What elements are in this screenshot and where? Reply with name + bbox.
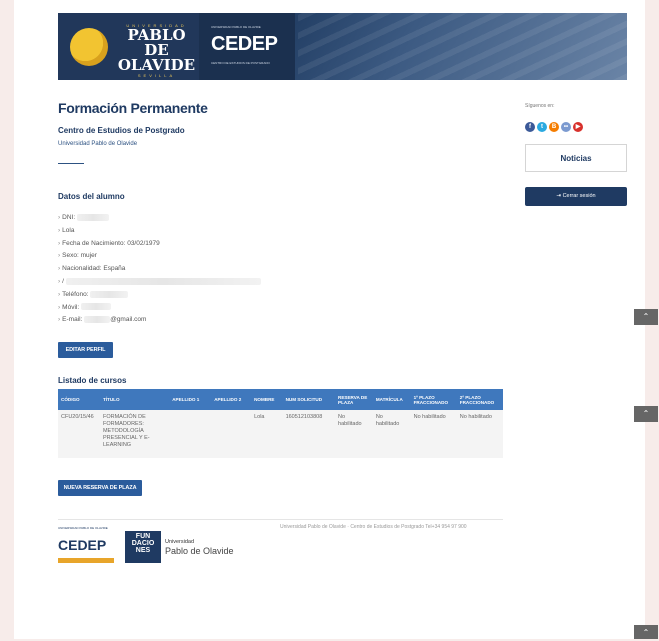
cell-reserva: No habilitado bbox=[335, 410, 373, 458]
upo-name-2: OLAVIDE bbox=[117, 56, 196, 74]
footer-upo-line1: Universidad bbox=[165, 539, 195, 545]
col-plazo2: 2º PLAZO FRACCIONADO bbox=[456, 389, 503, 410]
chevron-up-icon: ⌃ bbox=[642, 409, 650, 418]
col-nombre: NOMBRE bbox=[251, 389, 283, 410]
new-reservation-button[interactable]: NUEVA RESERVA DE PLAZA bbox=[58, 480, 142, 496]
student-section-title: Datos del alumno bbox=[58, 192, 125, 201]
cell-codigo: CFU20/15/46 bbox=[58, 410, 100, 458]
info-label: Nacionalidad: España bbox=[62, 265, 126, 273]
scroll-top-button[interactable]: ⌃ bbox=[634, 406, 658, 422]
info-dni: › DNI: bbox=[58, 212, 261, 225]
cell-apellido2 bbox=[211, 410, 252, 458]
logout-label: Cerrar sesión bbox=[562, 193, 596, 199]
info-birthdate: › Fecha de Nacimiento: 03/02/1979 bbox=[58, 239, 160, 247]
edit-profile-button[interactable]: EDITAR PERFIL bbox=[58, 342, 113, 358]
follow-label: Síguenos en: bbox=[525, 103, 555, 109]
info-label: Lola bbox=[62, 226, 75, 234]
logout-button[interactable]: ⇥ Cerrar sesión bbox=[525, 187, 627, 206]
table-header-row: CÓDIGO TÍTULO APELLIDO 1 APELLIDO 2 NOMB… bbox=[58, 389, 503, 410]
cell-plazo1: No habilitado bbox=[410, 410, 457, 458]
col-apellido2: APELLIDO 2 bbox=[211, 389, 252, 410]
facebook-icon[interactable]: f bbox=[525, 122, 535, 132]
scroll-top-button[interactable]: ⌃ bbox=[634, 309, 658, 325]
page-subtitle: Centro de Estudios de Postgrado bbox=[58, 126, 185, 135]
info-mobile: › Móvil: bbox=[58, 302, 261, 315]
info-name: › Lola bbox=[58, 226, 75, 234]
col-codigo: CÓDIGO bbox=[58, 389, 100, 410]
university-label: Universidad Pablo de Olavide bbox=[58, 141, 138, 147]
col-num-solicitud: NUM SOLICITUD bbox=[282, 389, 336, 410]
footer-cedep-logo[interactable]: UNIVERSIDAD PABLO DE OLAVIDE CEDEP bbox=[58, 524, 116, 568]
redacted-value bbox=[76, 213, 109, 221]
social-icons: f t B •• ▶ bbox=[525, 115, 585, 133]
upo-emblem-icon bbox=[70, 28, 108, 66]
footer-cedep-bar bbox=[58, 558, 114, 563]
col-plazo1: 1º PLAZO FRACCIONADO bbox=[410, 389, 457, 410]
info-label: Teléfono: bbox=[62, 290, 89, 298]
cell-matricula: No habilitado bbox=[372, 410, 411, 458]
info-sex: › Sexo: mujer bbox=[58, 252, 97, 260]
redacted-value bbox=[84, 316, 111, 324]
col-reserva: RESERVA DE PLAZA bbox=[335, 389, 373, 410]
footer-divider bbox=[58, 519, 503, 520]
redacted-value bbox=[80, 303, 111, 311]
col-apellido1: APELLIDO 1 bbox=[169, 389, 212, 410]
info-label: E-mail: bbox=[62, 316, 83, 324]
banner-graphic bbox=[298, 13, 627, 80]
col-matricula: MATRÍCULA bbox=[372, 389, 411, 410]
cell-nombre: Lola bbox=[251, 410, 283, 458]
blogger-icon[interactable]: B bbox=[549, 122, 559, 132]
fundaciones-logo[interactable]: FUN DACIO NES bbox=[125, 531, 161, 563]
email-domain: @gmail.com bbox=[110, 316, 147, 324]
info-label: Fecha de Nacimiento: 03/02/1979 bbox=[62, 239, 160, 247]
cell-plazo2: No habilitado bbox=[456, 410, 503, 458]
cell-num-solicitud: 160512103808 bbox=[282, 410, 336, 458]
scroll-top-button[interactable]: ⌃ bbox=[634, 625, 658, 639]
info-phone: › Teléfono: bbox=[58, 289, 261, 302]
chevron-up-icon: ⌃ bbox=[642, 628, 650, 637]
page-title: Formación Permanente bbox=[58, 100, 208, 116]
table-row[interactable]: CFU20/15/46 FORMACIÓN DE FORMADORES: MET… bbox=[58, 410, 503, 458]
youtube-icon[interactable]: ▶ bbox=[573, 122, 583, 132]
cedep-logo[interactable]: UNIVERSIDAD PABLO DE OLAVIDE CEDEP CENTR… bbox=[199, 13, 295, 80]
info-address: › / bbox=[58, 276, 261, 289]
cedep-sub-text: CENTRO DE ESTUDIOS DE POSTGRADO bbox=[211, 61, 270, 65]
header-banner: UNIVERSIDAD PABLO DE OLAVIDE SEVILLA UNI… bbox=[58, 13, 627, 80]
info-nationality: › Nacionalidad: España bbox=[58, 265, 126, 273]
redacted-value bbox=[90, 290, 129, 298]
footer-cedep-text: CEDEP bbox=[58, 537, 107, 553]
upo-logo-text: UNIVERSIDAD PABLO DE OLAVIDE SEVILLA bbox=[114, 23, 199, 78]
info-label: / bbox=[62, 277, 64, 285]
cedep-top-text: UNIVERSIDAD PABLO DE OLAVIDE bbox=[211, 25, 261, 29]
col-titulo: TÍTULO bbox=[99, 389, 170, 410]
footer-text: Universidad Pablo de Olavide · Centro de… bbox=[280, 524, 467, 530]
upo-logo[interactable]: UNIVERSIDAD PABLO DE OLAVIDE SEVILLA bbox=[58, 13, 199, 80]
courses-table: CÓDIGO TÍTULO APELLIDO 1 APELLIDO 2 NOMB… bbox=[58, 389, 503, 458]
news-box[interactable]: Noticias bbox=[525, 144, 627, 172]
info-label: DNI: bbox=[62, 214, 76, 221]
footer-cedep-small: UNIVERSIDAD PABLO DE OLAVIDE bbox=[58, 526, 108, 530]
footer-upo-line2: Pablo de Olavide bbox=[165, 546, 234, 556]
twitter-icon[interactable]: t bbox=[537, 122, 547, 132]
divider bbox=[58, 163, 84, 164]
cell-titulo: FORMACIÓN DE FORMADORES: METODOLOGÍA PRE… bbox=[99, 410, 170, 458]
flickr-icon[interactable]: •• bbox=[561, 122, 571, 132]
redacted-value bbox=[65, 277, 261, 285]
upo-name-1: PABLO DE bbox=[127, 26, 186, 59]
info-email: › E-mail: @gmail.com bbox=[58, 316, 147, 324]
info-label: Sexo: mujer bbox=[62, 252, 97, 260]
student-info-list: › DNI: › Lola › Fecha de Nacimiento: 03/02/… bbox=[58, 212, 261, 327]
cell-apellido1 bbox=[169, 410, 212, 458]
chevron-up-icon: ⌃ bbox=[642, 312, 650, 321]
info-label: Móvil: bbox=[62, 303, 80, 311]
courses-section-title: Listado de cursos bbox=[58, 376, 127, 385]
cedep-logo-text: CEDEP bbox=[211, 33, 278, 55]
